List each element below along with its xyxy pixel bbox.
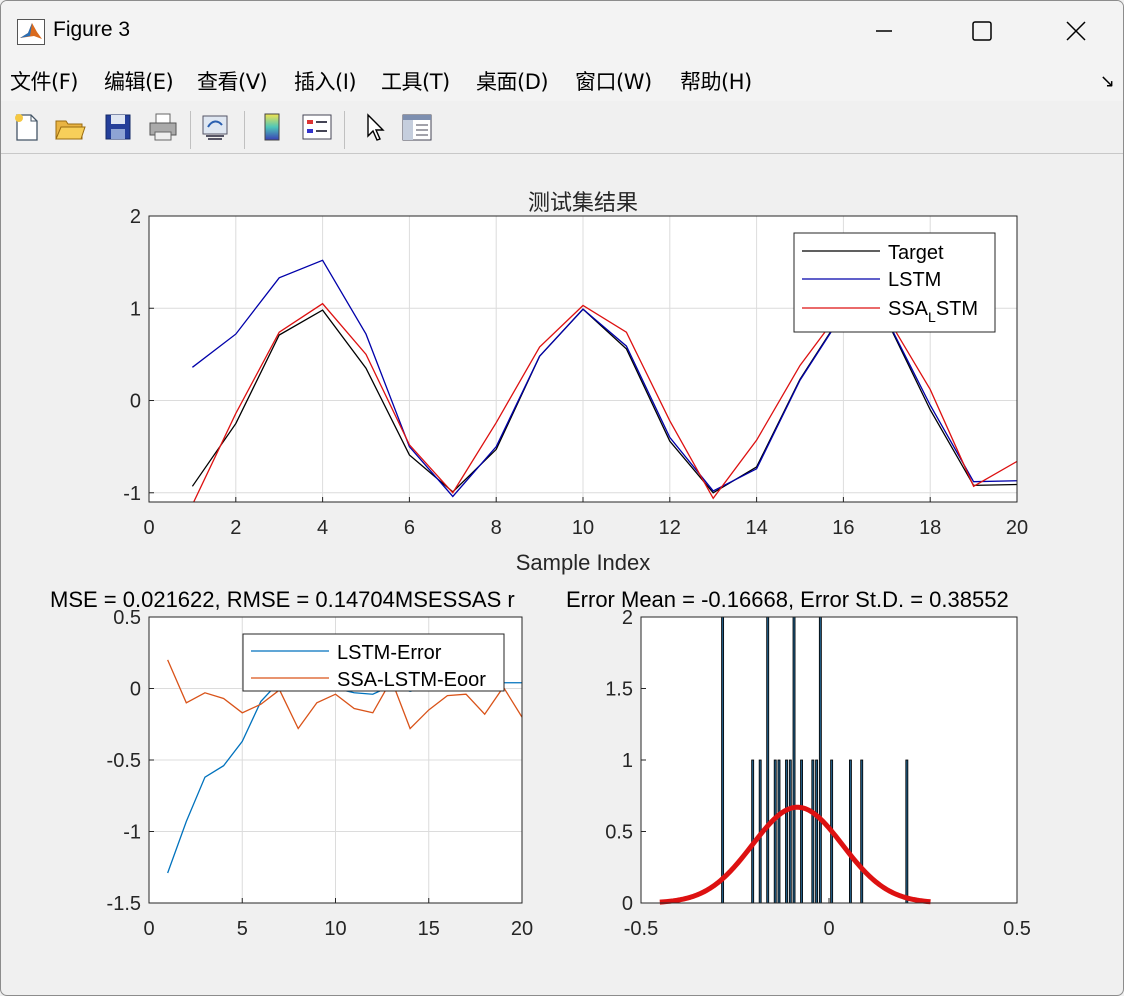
test-results-axes[interactable]: 0 2 4 6 8 10 12 14 16 18 20-1012 测试集结果 Sample Inde… xyxy=(123,190,1028,575)
legend-label-ssa-lstm-error: SSA-LSTM-Eoor xyxy=(337,669,486,691)
y-tick-label: 2 xyxy=(130,206,141,228)
axes-background xyxy=(641,617,1017,903)
x-tick-label: 16 xyxy=(832,517,854,539)
x-tick-label: 2 xyxy=(230,517,241,539)
x-tick-label: 0 xyxy=(823,918,834,940)
toolbar xyxy=(1,101,1123,154)
y-tick-label: 1 xyxy=(622,750,633,772)
menu-file[interactable]: 文件(F) xyxy=(10,66,78,96)
link-plot-icon[interactable] xyxy=(199,110,233,144)
y-tick-label: 0.5 xyxy=(605,822,633,844)
x-tick-label: 15 xyxy=(418,918,440,940)
open-file-icon[interactable] xyxy=(53,110,87,144)
colorbar-icon[interactable] xyxy=(255,110,289,144)
y-tick-label: 0 xyxy=(130,391,141,413)
maximize-button[interactable] xyxy=(959,13,1005,49)
legend-icon[interactable] xyxy=(300,110,334,144)
toolbar-separator xyxy=(244,111,245,149)
error-histogram-axes[interactable]: -0.5 0 0.500.511.52 xyxy=(605,607,1031,940)
x-tick-label: 20 xyxy=(511,918,533,940)
histogram-subplot-title: Error Mean = -0.16668, Error St.D. = 0.3… xyxy=(566,587,1009,612)
x-tick-label: 10 xyxy=(572,517,594,539)
y-tick-label: 1 xyxy=(130,298,141,320)
legend-label-subscript: L xyxy=(928,309,936,325)
error-axes[interactable]: 0 5 10 15 20-1.5-1-0.500.5 LSTM-Error SSA-LS… xyxy=(107,607,534,940)
toolbar-separator xyxy=(344,111,345,149)
legend-label-lstm: LSTM xyxy=(888,269,941,291)
x-tick-label: 4 xyxy=(317,517,328,539)
histogram-bar xyxy=(800,759,803,904)
title-bar: Figure 3 xyxy=(1,1,1123,59)
histogram-bar xyxy=(848,759,852,904)
y-tick-label: -1 xyxy=(123,483,141,505)
histogram-bar xyxy=(751,759,755,904)
menu-bar: 文件(F) 编辑(E) 查看(V) 插入(I) 工具(T) 桌面(D) 窗口(W… xyxy=(1,59,1123,101)
x-tick-label: 5 xyxy=(237,918,248,940)
menu-view[interactable]: 查看(V) xyxy=(197,66,268,96)
x-tick-label: 18 xyxy=(919,517,941,539)
window-title: Figure 3 xyxy=(53,18,131,41)
x-tick-label: 0.5 xyxy=(1003,918,1031,940)
menu-edit[interactable]: 编辑(E) xyxy=(104,66,174,96)
x-tick-label: 12 xyxy=(659,517,681,539)
menu-window[interactable]: 窗口(W) xyxy=(575,66,652,96)
y-tick-label: 0 xyxy=(130,679,141,701)
figure-canvas: 0 2 4 6 8 10 12 14 16 18 20-1012 测试集结果 Sample Inde… xyxy=(50,190,1031,940)
close-button[interactable] xyxy=(1053,13,1099,49)
x-tick-label: -0.5 xyxy=(624,918,658,940)
property-inspector-icon[interactable] xyxy=(400,110,434,144)
x-axis-label: Sample Index xyxy=(516,550,651,575)
x-tick-label: 0 xyxy=(143,918,154,940)
legend[interactable]: LSTM-Error SSA-LSTM-Eoor xyxy=(242,633,505,692)
menu-desktop[interactable]: 桌面(D) xyxy=(476,66,549,96)
error-subplot-title: MSE = 0.021622, RMSE = 0.14704MSESSAS r xyxy=(50,587,515,612)
save-icon[interactable] xyxy=(101,110,135,144)
x-tick-label: 6 xyxy=(404,517,415,539)
menu-insert[interactable]: 插入(I) xyxy=(294,66,357,96)
chart-title: 测试集结果 xyxy=(528,190,638,215)
pointer-icon[interactable] xyxy=(357,110,391,144)
minimize-button[interactable] xyxy=(861,13,907,49)
y-tick-label: -0.5 xyxy=(107,750,141,772)
histogram-bar xyxy=(792,616,796,904)
new-figure-icon[interactable] xyxy=(9,110,43,144)
menu-help[interactable]: 帮助(H) xyxy=(680,66,752,96)
legend-label-ssa-part: SSA xyxy=(888,298,929,320)
y-tick-label: -1 xyxy=(123,822,141,844)
figure-window: Figure 3 文件(F) 编辑(E) 查看(V) 插入(I) 工具(T) 桌… xyxy=(0,0,1124,996)
histogram-bar xyxy=(860,759,864,904)
histogram-bar xyxy=(766,616,770,904)
x-tick-label: 20 xyxy=(1006,517,1028,539)
legend[interactable]: Target LSTM SSALSTM xyxy=(793,232,996,333)
histogram-bar xyxy=(777,759,781,904)
toolbar-separator xyxy=(190,111,191,149)
histogram-bar xyxy=(773,759,777,904)
histogram-bar xyxy=(815,759,819,904)
x-tick-label: 8 xyxy=(491,517,502,539)
y-tick-label: -1.5 xyxy=(107,893,141,915)
histogram-bar xyxy=(721,616,725,904)
histogram-bar xyxy=(788,759,792,904)
x-tick-label: 14 xyxy=(745,517,767,539)
print-icon[interactable] xyxy=(146,110,180,144)
legend-label-lstm-error: LSTM-Error xyxy=(337,642,442,664)
y-tick-label: 0 xyxy=(622,893,633,915)
menu-expand-arrow-icon[interactable]: ↘ xyxy=(1100,71,1115,92)
legend-label-suffix: STM xyxy=(936,298,978,320)
histogram-bar xyxy=(905,759,909,904)
x-tick-label: 0 xyxy=(143,517,154,539)
legend-label-target: Target xyxy=(888,242,944,264)
histogram-bar xyxy=(785,759,788,904)
histogram-bar xyxy=(818,616,822,904)
menu-tools[interactable]: 工具(T) xyxy=(381,66,450,96)
x-tick-label: 10 xyxy=(324,918,346,940)
histogram-bar xyxy=(811,759,815,904)
matlab-app-icon xyxy=(17,19,45,45)
y-tick-label: 1.5 xyxy=(605,679,633,701)
